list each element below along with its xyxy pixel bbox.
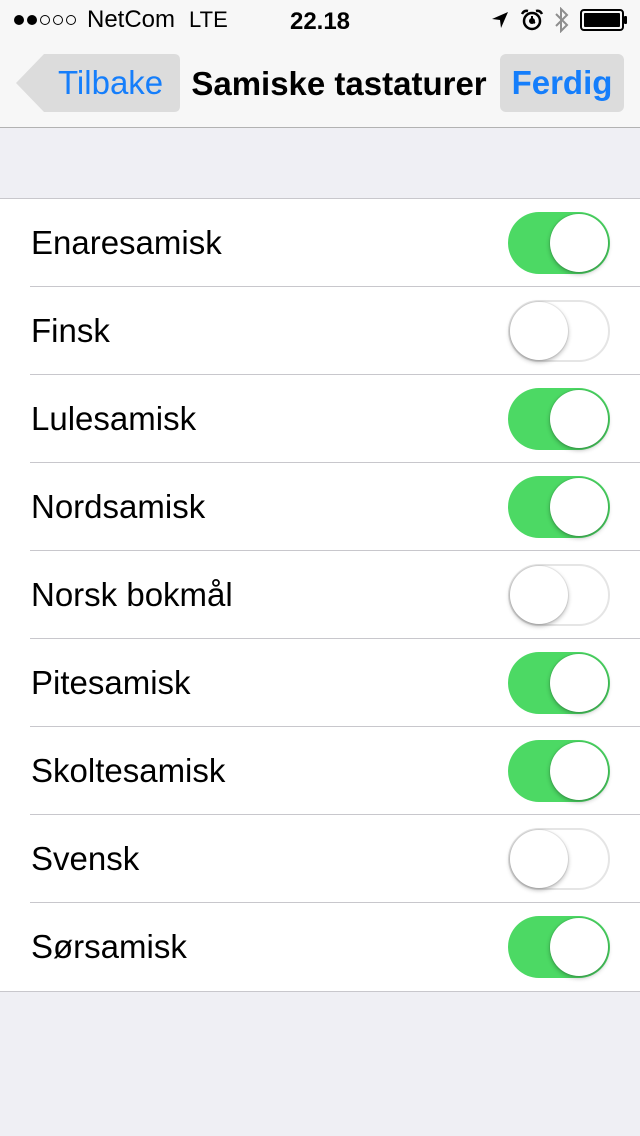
keyboard-toggle[interactable] <box>508 300 610 362</box>
list-item: Svensk <box>0 815 640 903</box>
keyboard-toggle[interactable] <box>508 212 610 274</box>
toggle-knob <box>510 302 568 360</box>
keyboard-toggle[interactable] <box>508 740 610 802</box>
toggle-knob <box>550 654 608 712</box>
keyboard-label: Nordsamisk <box>31 488 206 525</box>
list-item: Pitesamisk <box>0 639 640 727</box>
battery-icon <box>580 9 628 31</box>
toggle-knob <box>510 566 568 624</box>
keyboard-toggle[interactable] <box>508 828 610 890</box>
status-bar: NetCom LTE 22.18 <box>0 0 640 40</box>
keyboard-toggle[interactable] <box>508 476 610 538</box>
list-item: Enaresamisk <box>0 199 640 287</box>
keyboard-label: Svensk <box>31 840 140 877</box>
toggle-knob <box>550 742 608 800</box>
keyboard-label: Lulesamisk <box>31 400 197 437</box>
location-arrow-icon <box>490 10 510 30</box>
bluetooth-icon <box>554 7 570 33</box>
keyboard-list: Enaresamisk Finsk Lulesamisk Nordsamisk Nors… <box>0 198 640 992</box>
keyboard-toggle[interactable] <box>508 388 610 450</box>
list-item: Lulesamisk <box>0 375 640 463</box>
keyboard-label: Norsk bokmål <box>31 576 233 613</box>
done-button[interactable]: Ferdig <box>500 54 624 112</box>
keyboard-label: Sørsamisk <box>31 928 187 965</box>
toggle-knob <box>550 478 608 536</box>
page-title: Samiske tastaturer <box>191 65 487 102</box>
keyboard-toggle[interactable] <box>508 916 610 978</box>
toggle-knob <box>550 390 608 448</box>
toggle-knob <box>510 830 568 888</box>
toggle-knob <box>550 918 608 976</box>
keyboard-label: Skoltesamisk <box>31 752 226 789</box>
back-button-label: Tilbake <box>58 64 164 101</box>
alarm-icon <box>520 8 544 32</box>
back-button[interactable]: Tilbake <box>16 54 180 112</box>
keyboard-label: Pitesamisk <box>31 664 191 701</box>
keyboard-label: Finsk <box>31 312 110 349</box>
list-item: Finsk <box>0 287 640 375</box>
status-right <box>480 6 628 34</box>
keyboard-toggle[interactable] <box>508 564 610 626</box>
list-item: Norsk bokmål <box>0 551 640 639</box>
list-item: Skoltesamisk <box>0 727 640 815</box>
navigation-bar: Tilbake Samiske tastaturer Ferdig <box>0 40 640 128</box>
keyboard-toggle[interactable] <box>508 652 610 714</box>
toggle-knob <box>550 214 608 272</box>
list-item: Sørsamisk <box>0 903 640 991</box>
keyboard-label: Enaresamisk <box>31 224 222 261</box>
list-item: Nordsamisk <box>0 463 640 551</box>
